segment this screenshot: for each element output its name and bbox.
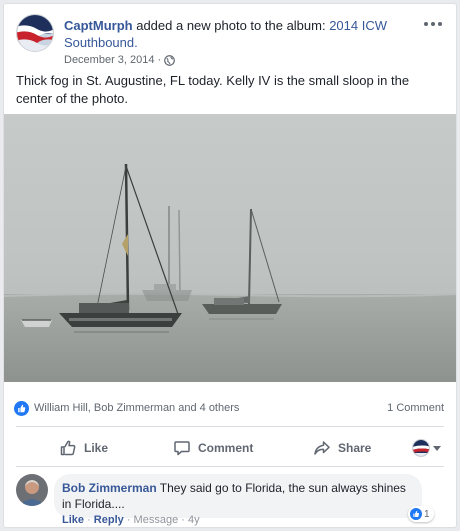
comment-button-label: Comment <box>198 441 254 455</box>
separator-dot: · <box>123 514 134 526</box>
commenter-avatar[interactable] <box>16 474 48 506</box>
post-headline: CaptMurph added a new photo to the album… <box>64 17 414 51</box>
post-header: CaptMurph added a new photo to the album… <box>16 14 444 76</box>
separator-dot: · <box>178 514 188 526</box>
post-as-selector[interactable] <box>412 439 444 457</box>
like-button[interactable]: Like <box>59 432 108 464</box>
comment-like-link[interactable]: Like <box>62 514 84 526</box>
comment-item: Bob Zimmerman They said go to Florida, t… <box>16 474 444 527</box>
flag-avatar-image <box>17 15 53 51</box>
comment-button[interactable]: Comment <box>173 432 253 464</box>
thumbs-up-icon <box>60 440 76 456</box>
post-caption: Thick fog in St. Augustine, FL today. Ke… <box>16 73 410 106</box>
like-button-label: Like <box>84 441 109 455</box>
chevron-down-icon <box>433 445 441 451</box>
commenter-name-link[interactable]: Bob Zimmerman <box>62 481 157 495</box>
share-arrow-icon <box>314 441 330 455</box>
comment-reply-link[interactable]: Reply <box>94 514 124 526</box>
post-meta: December 3, 2014 · <box>64 54 176 66</box>
comment-reaction-number: 1 <box>424 508 430 520</box>
separator-dot: · <box>84 514 94 526</box>
like-reaction-icon <box>410 508 422 520</box>
author-avatar[interactable] <box>16 14 54 52</box>
globe-icon[interactable] <box>164 54 176 66</box>
comment-count-link[interactable]: 1 Comment <box>387 402 444 414</box>
comment-message-link[interactable]: Message <box>134 514 179 526</box>
divider <box>16 466 444 467</box>
like-reaction-icon[interactable] <box>14 401 29 416</box>
user-avatar-mini <box>412 439 430 457</box>
post-action-text: added a new photo to the album: <box>132 18 330 33</box>
comment-age[interactable]: 4y <box>188 514 200 526</box>
comment-reaction-count[interactable]: 1 <box>408 506 434 522</box>
comment-bubble: Bob Zimmerman They said go to Florida, t… <box>54 474 422 518</box>
post-photo[interactable] <box>4 114 456 382</box>
reaction-names-link[interactable]: William Hill, Bob Zimmerman and 4 others <box>34 402 239 414</box>
post-date[interactable]: December 3, 2014 · <box>64 54 161 66</box>
comment-actions: Like · Reply · Message · 4y <box>62 514 200 526</box>
author-name-link[interactable]: CaptMurph <box>64 18 133 33</box>
share-button-label: Share <box>338 441 372 455</box>
divider <box>16 426 444 427</box>
foggy-harbor-photo <box>4 114 456 382</box>
share-button[interactable]: Share <box>313 432 371 464</box>
reaction-summary: William Hill, Bob Zimmerman and 4 others… <box>14 400 444 418</box>
comment-bubble-icon <box>174 441 190 456</box>
more-options-icon[interactable] <box>422 16 444 32</box>
post-action-bar: Like Comment Share <box>16 432 444 464</box>
post-card: CaptMurph added a new photo to the album… <box>3 3 457 528</box>
